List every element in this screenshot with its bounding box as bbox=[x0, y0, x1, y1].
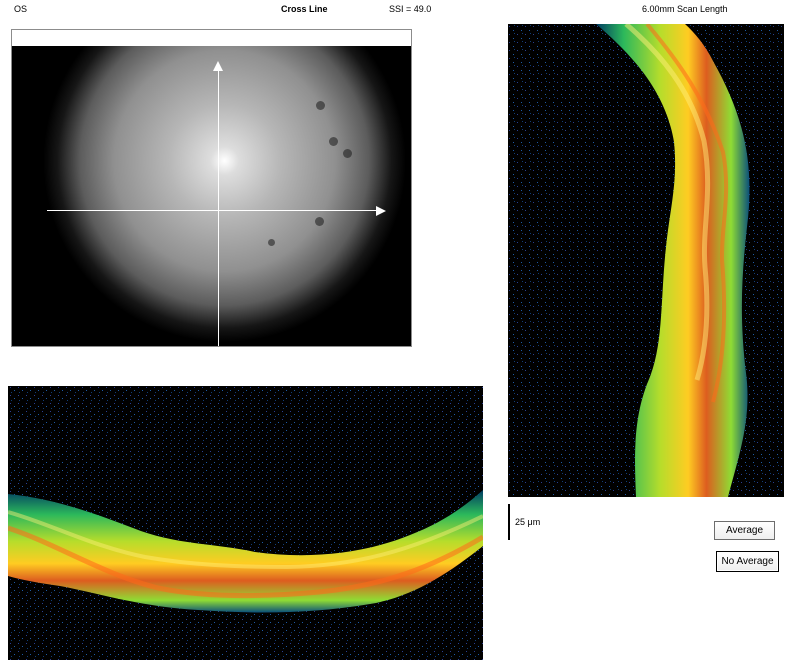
fundus-vessel-mark bbox=[316, 101, 325, 110]
vertical-scan-arrow-icon bbox=[213, 61, 223, 71]
fundus-vessel-mark bbox=[329, 137, 338, 146]
fundus-vessel-mark bbox=[315, 217, 324, 226]
scan-length-label: 6.00mm Scan Length bbox=[642, 4, 728, 14]
fundus-vessel-mark bbox=[343, 149, 352, 158]
horizontal-oct-bscan-image bbox=[8, 386, 483, 660]
horizontal-scan-arrow-icon bbox=[376, 206, 386, 216]
average-button[interactable]: Average bbox=[714, 521, 775, 540]
no-average-button[interactable]: No Average bbox=[717, 552, 778, 571]
horizontal-scan-line[interactable] bbox=[47, 210, 377, 211]
fundus-vessel-mark bbox=[268, 239, 275, 246]
vertical-oct-bscan bbox=[508, 24, 784, 497]
ssi-label: SSI = 49.0 bbox=[389, 4, 432, 14]
vertical-oct-bscan-image bbox=[508, 24, 784, 497]
scale-bar bbox=[508, 504, 510, 540]
horizontal-oct-bscan bbox=[8, 386, 483, 660]
fundus-image-panel bbox=[11, 29, 412, 347]
eye-label: OS bbox=[14, 4, 28, 14]
vertical-scan-line[interactable] bbox=[218, 70, 219, 346]
scale-label: 25 μm bbox=[515, 517, 541, 527]
scan-mode-label: Cross Line bbox=[281, 4, 328, 14]
fundus-image bbox=[12, 46, 411, 346]
